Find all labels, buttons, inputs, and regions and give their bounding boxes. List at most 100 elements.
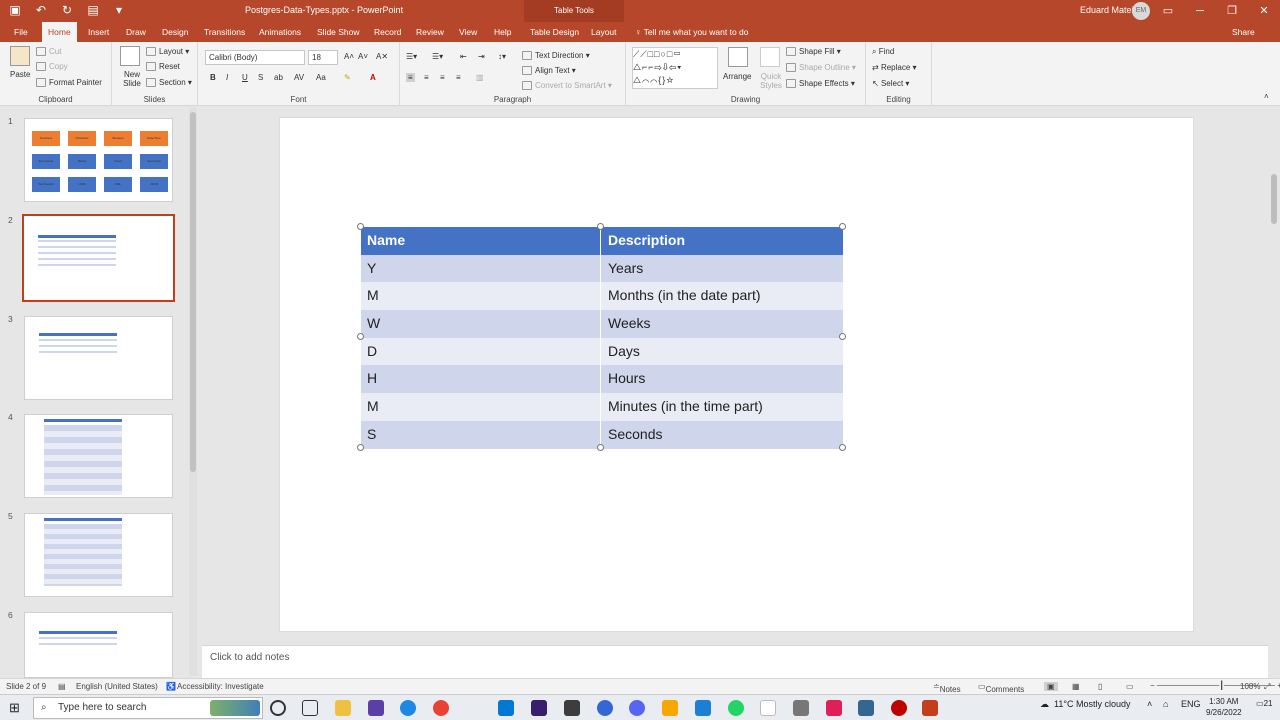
- table-cell[interactable]: W: [361, 310, 601, 338]
- table-cell[interactable]: Hours: [601, 365, 843, 393]
- clock[interactable]: 1:30 AM 9/26/2022: [1206, 696, 1242, 718]
- table-cell[interactable]: Seconds: [601, 421, 843, 449]
- font-size-combo[interactable]: 18: [308, 50, 338, 65]
- align-text-button[interactable]: Align Text ▾: [522, 66, 576, 76]
- strikethrough-button[interactable]: ab: [274, 73, 283, 82]
- reading-view-icon[interactable]: ▯: [1098, 682, 1102, 691]
- rider-icon[interactable]: [531, 700, 547, 716]
- slide-thumbnail-2[interactable]: [22, 214, 175, 302]
- format-painter-button[interactable]: Format Painter: [36, 78, 102, 88]
- text-direction-button[interactable]: Text Direction ▾: [522, 51, 590, 61]
- line-spacing-icon[interactable]: ↕▾: [498, 52, 506, 61]
- slack-icon[interactable]: [826, 700, 842, 716]
- tab-animations[interactable]: Animations: [253, 22, 307, 42]
- tab-draw[interactable]: Draw: [120, 22, 152, 42]
- paste-button[interactable]: Paste: [10, 70, 30, 79]
- windows-start-icon[interactable]: ⊞: [9, 701, 23, 715]
- change-case-button[interactable]: Aa: [316, 73, 326, 82]
- tab-file[interactable]: File: [8, 22, 34, 42]
- accessibility-status[interactable]: Accessibility: Investigate: [177, 682, 264, 691]
- increase-indent-icon[interactable]: ⇥: [478, 52, 485, 61]
- clear-format-icon[interactable]: A✕: [376, 52, 388, 61]
- table-cell[interactable]: H: [361, 365, 601, 394]
- align-center-icon[interactable]: ≡: [424, 73, 429, 82]
- tab-design[interactable]: Design: [156, 22, 194, 42]
- font-name-combo[interactable]: Calibri (Body): [205, 50, 305, 65]
- powerpoint-icon[interactable]: [922, 700, 938, 716]
- increase-font-icon[interactable]: A˄: [344, 52, 354, 61]
- customize-qat-icon[interactable]: ▾: [112, 3, 126, 17]
- file-explorer-icon[interactable]: [335, 700, 351, 716]
- new-slide-button[interactable]: New Slide: [118, 70, 146, 88]
- italic-button[interactable]: I: [226, 73, 228, 82]
- present-icon[interactable]: ▤: [86, 3, 100, 17]
- user-name[interactable]: Eduard Matei: [1080, 5, 1134, 15]
- edge-icon[interactable]: [400, 700, 416, 716]
- weather-text[interactable]: 11°C Mostly cloudy: [1054, 699, 1130, 709]
- slideshow-icon[interactable]: ▭: [1126, 682, 1134, 691]
- slide-sorter-icon[interactable]: ▦: [1072, 682, 1080, 691]
- app-icon[interactable]: [662, 700, 678, 716]
- table-cell[interactable]: S: [361, 420, 601, 449]
- arrange-button[interactable]: Arrange: [723, 72, 751, 81]
- table-cell[interactable]: Y: [361, 254, 601, 283]
- align-right-icon[interactable]: ≡: [440, 73, 445, 82]
- table-cell[interactable]: Weeks: [601, 310, 843, 338]
- task-view-icon[interactable]: [302, 700, 318, 716]
- tab-insert[interactable]: Insert: [82, 22, 115, 42]
- slides-pane-scrollbar[interactable]: [189, 108, 197, 676]
- slide-thumbnail-6[interactable]: [24, 612, 173, 678]
- resize-handle[interactable]: [839, 333, 846, 340]
- share-button[interactable]: Share: [1232, 22, 1255, 42]
- quick-styles-icon[interactable]: [760, 47, 780, 67]
- weather-icon[interactable]: ☁: [1040, 699, 1049, 710]
- layout-button[interactable]: Layout ▾: [146, 47, 189, 57]
- slide-scrollbar[interactable]: [1268, 106, 1280, 631]
- slide-thumbnail-1[interactable]: Numbers Character Boolean Date/Time Enum…: [24, 118, 173, 202]
- collapse-ribbon-icon[interactable]: ˄: [1264, 92, 1269, 101]
- shapes-gallery[interactable]: ⟋⟋□□○□▭ △⌐⌐⇨⇩⇦▾ △⌒⌒{}☆: [632, 47, 718, 89]
- chrome-icon[interactable]: [433, 700, 449, 716]
- resize-handle[interactable]: [597, 223, 604, 230]
- spelling-icon[interactable]: ▤: [58, 682, 66, 691]
- tab-home[interactable]: Home: [42, 22, 77, 42]
- header-cell-name[interactable]: Name: [361, 227, 601, 255]
- table-cell[interactable]: M: [361, 393, 601, 421]
- char-spacing-button[interactable]: AV: [294, 73, 304, 82]
- normal-view-icon[interactable]: ▣: [1044, 682, 1058, 691]
- new-slide-icon[interactable]: [120, 46, 140, 66]
- align-left-icon[interactable]: ≡: [406, 73, 415, 82]
- avatar[interactable]: EM: [1132, 2, 1150, 20]
- tab-review[interactable]: Review: [410, 22, 450, 42]
- select-button[interactable]: ↖ Select ▾: [872, 79, 909, 88]
- close-icon[interactable]: ✕: [1248, 0, 1280, 22]
- table-cell[interactable]: D: [361, 337, 601, 366]
- table-cell[interactable]: Years: [601, 255, 843, 283]
- fit-slide-icon[interactable]: ⤢: [1264, 682, 1270, 692]
- section-button[interactable]: Section ▾: [146, 78, 192, 88]
- comments-button[interactable]: ▭ Comments: [978, 682, 1024, 694]
- underline-button[interactable]: U: [242, 73, 248, 82]
- copy-button[interactable]: Copy: [36, 62, 68, 72]
- whatsapp-icon[interactable]: [728, 700, 744, 716]
- resize-handle[interactable]: [597, 444, 604, 451]
- cortana-icon[interactable]: [270, 700, 286, 716]
- reset-button[interactable]: Reset: [146, 62, 180, 72]
- discord-icon[interactable]: [629, 700, 645, 716]
- table-cell[interactable]: Days: [601, 338, 843, 366]
- zoom-level[interactable]: 108%: [1240, 682, 1260, 691]
- cut-button[interactable]: Cut: [36, 47, 61, 57]
- scrollbar-thumb[interactable]: [190, 112, 196, 472]
- app-icon[interactable]: [760, 700, 776, 716]
- tab-transitions[interactable]: Transitions: [198, 22, 251, 42]
- resize-handle[interactable]: [839, 444, 846, 451]
- vscode-icon[interactable]: [498, 700, 514, 716]
- pgadmin-icon[interactable]: [858, 700, 874, 716]
- columns-icon[interactable]: ▥: [476, 73, 484, 82]
- shape-fill-button[interactable]: Shape Fill ▾: [786, 47, 841, 57]
- notes-button[interactable]: ≐ Notes: [933, 682, 961, 694]
- tab-help[interactable]: Help: [488, 22, 517, 42]
- minimize-icon[interactable]: ─: [1184, 0, 1216, 22]
- maximize-icon[interactable]: ❐: [1216, 0, 1248, 22]
- resize-handle[interactable]: [357, 223, 364, 230]
